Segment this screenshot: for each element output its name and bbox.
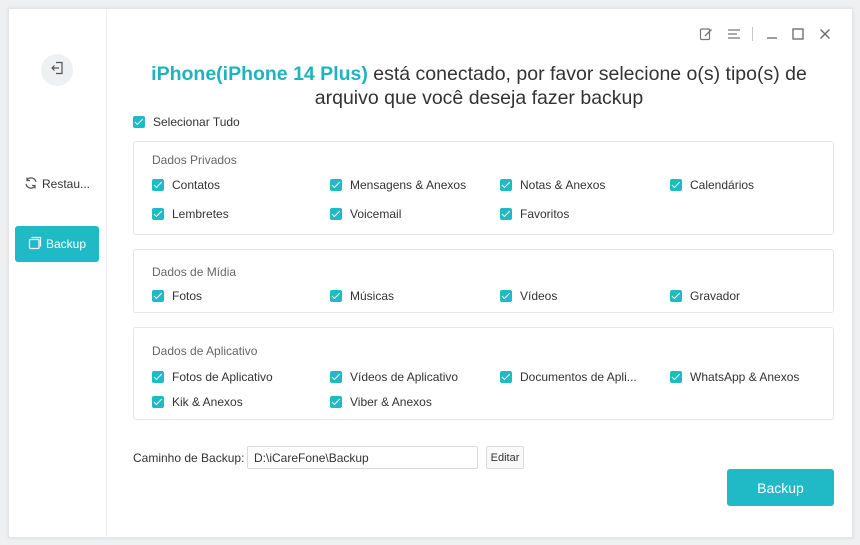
sidebar-item-backup[interactable]: Backup [15,226,99,262]
checkbox-icon [500,290,512,302]
option-checkbox[interactable]: Lembretes [152,207,229,221]
select-all-checkbox[interactable]: Selecionar Tudo [133,115,240,129]
group-app-data: Dados de Aplicativo Fotos de Aplicativo … [133,327,834,420]
checkbox-icon [152,371,164,383]
option-checkbox[interactable]: Gravador [670,289,740,303]
close-icon[interactable] [814,23,836,45]
checkbox-icon [500,371,512,383]
option-checkbox[interactable]: Mensagens & Anexos [330,178,466,192]
checkbox-icon [500,208,512,220]
option-label: Mensagens & Anexos [350,178,467,192]
device-name: iPhone(iPhone 14 Plus) [151,63,368,85]
backup-icon [28,236,42,253]
option-label: Voicemail [350,207,402,221]
option-label: Notas & Anexos [520,178,606,192]
group-private-data: Dados Privados Contatos Mensagens & Anex… [133,141,834,235]
checkbox-icon [152,179,164,191]
option-checkbox[interactable]: Kik & Anexos [152,395,243,409]
title-line-2: arquivo que você deseja fazer backup [314,87,644,109]
sidebar-item-label: Backup [45,237,87,251]
checkbox-icon [152,208,164,220]
option-label: Contatos [172,178,221,192]
group-title: Dados Privados [152,153,237,167]
minimize-icon[interactable] [761,23,783,45]
checkbox-icon [330,208,342,220]
sidebar: Restau... Backup [9,9,107,539]
option-checkbox[interactable]: Contatos [152,178,220,192]
option-label: Lembretes [172,207,229,221]
option-checkbox[interactable]: Notas & Anexos [500,178,605,192]
checkbox-icon [152,396,164,408]
exit-icon [50,61,64,80]
checkbox-icon [330,371,342,383]
sidebar-item-restore[interactable]: Restau... [15,166,99,202]
checkbox-icon [330,396,342,408]
option-checkbox[interactable]: Viber & Anexos [330,395,432,409]
option-label: Músicas [350,289,395,303]
option-label: Gravador [690,289,741,303]
sidebar-item-label: Restau... [41,177,91,191]
option-label: Viber & Anexos [350,395,432,409]
checkbox-icon [330,179,342,191]
option-label: Favoritos [520,207,570,221]
app-window: Restau... Backup iPhone(iPhone 14 Plus) … [8,8,853,539]
option-label: Kik & Anexos [172,395,243,409]
exit-button[interactable] [41,54,73,86]
restore-icon [24,176,38,193]
select-all-label: Selecionar Tudo [153,115,240,129]
maximize-icon[interactable] [787,23,809,45]
checkbox-icon [133,116,145,128]
option-checkbox[interactable]: Vídeos [500,289,557,303]
option-checkbox[interactable]: Fotos [152,289,202,303]
option-label: Vídeos [520,289,558,303]
group-title: Dados de Aplicativo [152,344,258,358]
option-checkbox[interactable]: Voicemail [330,207,401,221]
checkbox-icon [670,179,682,191]
option-label: Vídeos de Aplicativo [350,370,459,384]
option-label: Calendários [690,178,755,192]
group-title: Dados de Mídia [152,265,237,279]
backup-path-input[interactable] [247,446,478,469]
option-label: WhatsApp & Anexos [690,370,800,384]
checkbox-icon [670,371,682,383]
option-label: Fotos de Aplicativo [172,370,273,384]
menu-icon[interactable] [723,23,745,45]
option-checkbox[interactable]: Documentos de Apli... [500,370,637,384]
group-media-data: Dados de Mídia Fotos Músicas Vídeos Grav… [133,249,834,313]
option-checkbox[interactable]: Calendários [670,178,754,192]
title-separator [752,27,753,41]
option-checkbox[interactable]: Favoritos [500,207,569,221]
option-checkbox[interactable]: WhatsApp & Anexos [670,370,799,384]
option-checkbox[interactable]: Fotos de Aplicativo [152,370,273,384]
option-label: Documentos de Apli... [520,370,637,384]
feedback-icon[interactable] [695,23,717,45]
checkbox-icon [152,290,164,302]
backup-button[interactable]: Backup [727,469,834,506]
checkbox-icon [500,179,512,191]
edit-path-button[interactable]: Editar [486,446,524,469]
option-checkbox[interactable]: Vídeos de Aplicativo [330,370,458,384]
page-title: iPhone(iPhone 14 Plus) está conectado, p… [129,62,829,110]
checkbox-icon [670,290,682,302]
option-checkbox[interactable]: Músicas [330,289,394,303]
title-line-1: está conectado, por favor selecione o(s)… [367,63,807,85]
backup-path-label: Caminho de Backup: [133,451,245,465]
option-label: Fotos [172,289,203,303]
checkbox-icon [330,290,342,302]
